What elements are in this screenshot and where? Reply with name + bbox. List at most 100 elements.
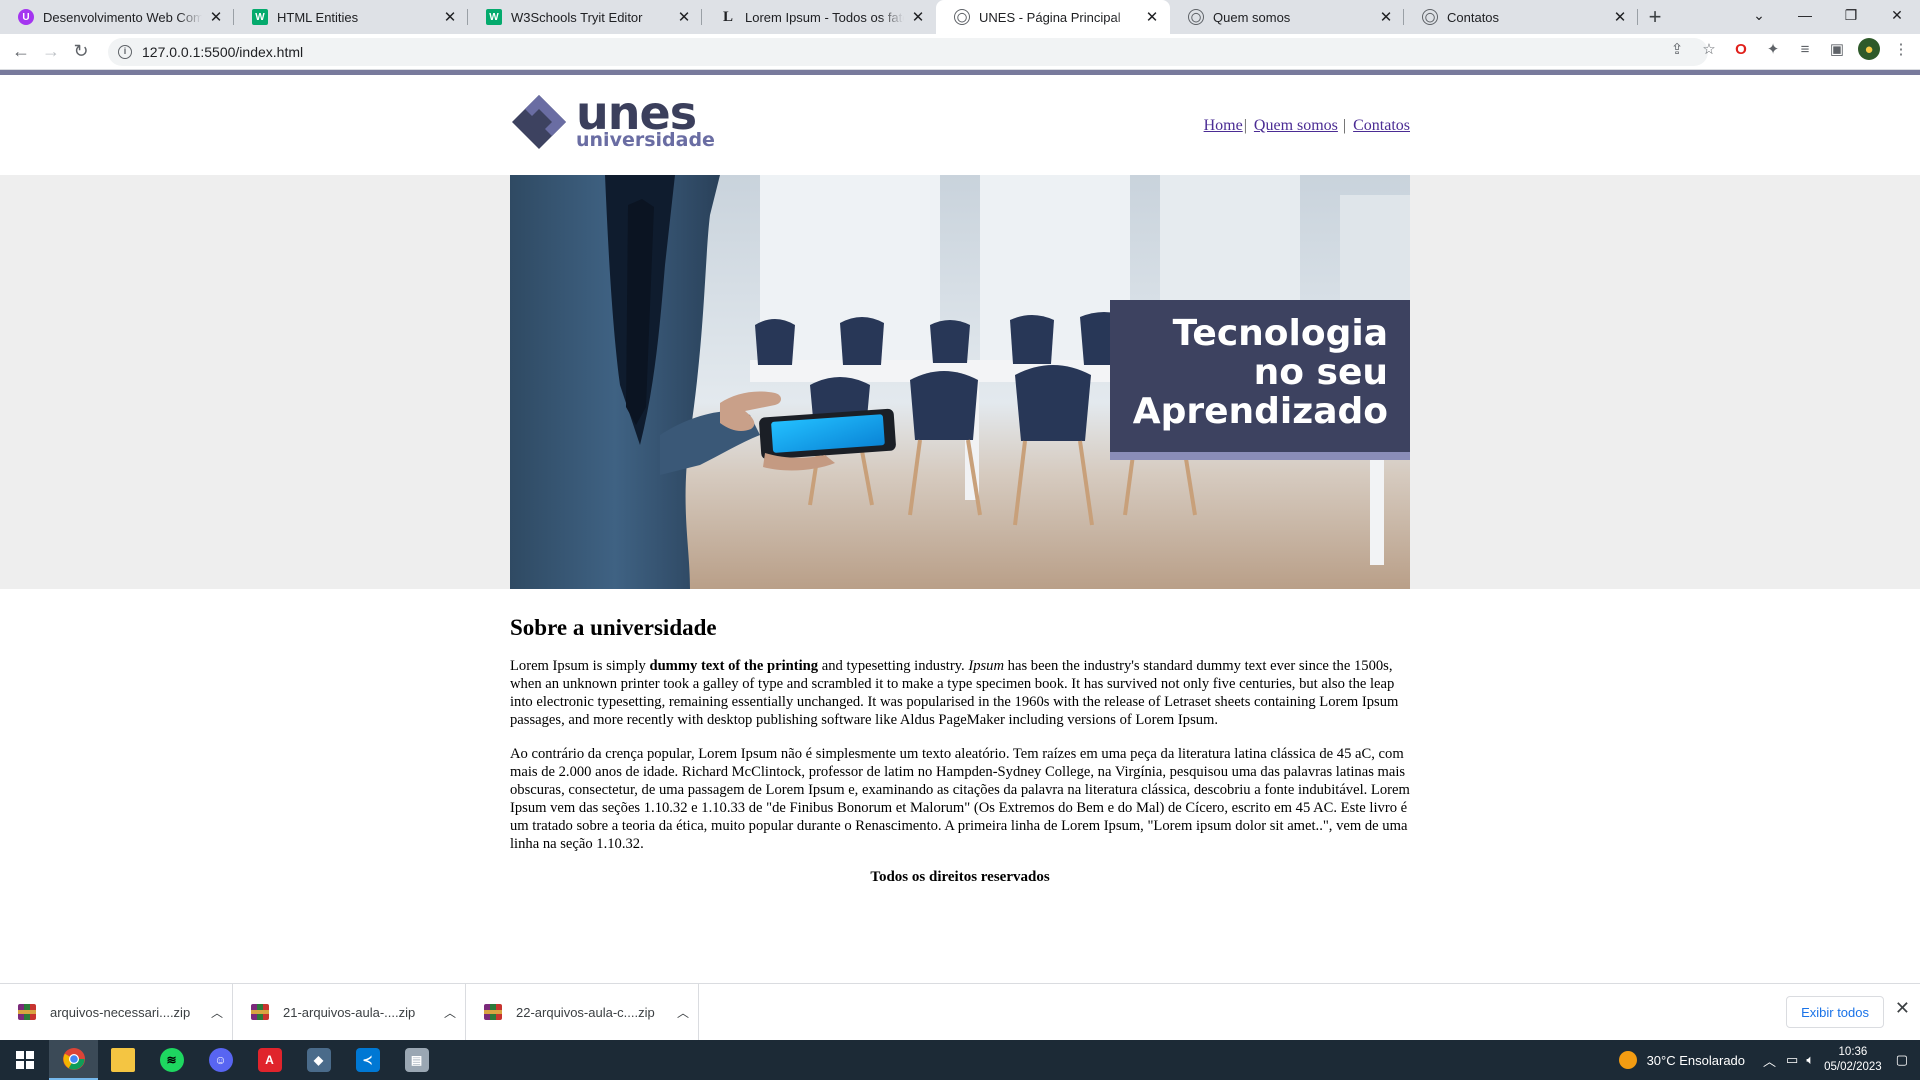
logo-sub-text: universidade (576, 129, 715, 151)
tab-title: Contatos (1447, 9, 1500, 25)
tab-title: Lorem Ipsum - Todos os fatos - Lipsum (745, 9, 904, 25)
w3schools-favicon-icon: W (486, 9, 502, 25)
menu-separator: | (1243, 117, 1247, 134)
unes-logo[interactable]: unes universidade (510, 90, 715, 151)
chevron-up-icon[interactable]: ︿ (202, 1004, 232, 1021)
tab-title: UNES - Página Principal (979, 9, 1121, 25)
address-bar[interactable]: i 127.0.0.1:5500/index.html (108, 38, 1708, 66)
bookmark-star-icon[interactable]: ☆ (1698, 38, 1720, 60)
weather-sun-icon[interactable] (1618, 1051, 1637, 1069)
tab-search-icon[interactable]: ⌄ (1736, 0, 1782, 30)
weather-text[interactable]: 30°C Ensolarado (1647, 1053, 1745, 1068)
taskbar-adobe[interactable]: A (245, 1040, 294, 1080)
tab-title: W3Schools Tryit Editor (511, 9, 643, 25)
download-item[interactable]: 22-arquivos-aula-c....zip ︿ (466, 983, 699, 1041)
download-item[interactable]: arquivos-necessari....zip ︿ (0, 983, 233, 1041)
main-menu: Home| Quem somos | Contatos (1204, 117, 1410, 135)
volume-icon[interactable]: 🔈︎ (1806, 1052, 1814, 1068)
section-title: Sobre a universidade (510, 615, 717, 640)
taskbar-app[interactable]: ◆ (294, 1040, 343, 1080)
notifications-icon[interactable]: ▢ (1896, 1052, 1908, 1068)
page-footer: Todos os direitos reservados (870, 869, 1050, 885)
minimize-button[interactable]: — (1782, 0, 1828, 30)
close-tab-icon[interactable]: ✕ (442, 8, 458, 26)
app-icon: ▤ (404, 1048, 429, 1072)
globe-icon: ◯ (954, 9, 970, 25)
back-button[interactable]: ← (6, 37, 36, 67)
close-tab-icon[interactable]: ✕ (208, 8, 224, 26)
url-text[interactable]: 127.0.0.1:5500/index.html (142, 44, 303, 60)
menu-link-home[interactable]: Home (1204, 117, 1243, 134)
tab-title: HTML Entities (277, 9, 359, 25)
opera-extension-icon[interactable]: O (1730, 38, 1752, 60)
lipsum-favicon-icon: L (722, 8, 733, 25)
taskbar-chrome[interactable] (49, 1040, 98, 1080)
close-tab-icon[interactable]: ✕ (1612, 8, 1628, 26)
p1-italic: Ipsum (968, 658, 1005, 674)
close-tab-icon[interactable]: ✕ (1378, 8, 1394, 26)
close-tab-icon[interactable]: ✕ (676, 8, 692, 26)
folder-icon (110, 1048, 135, 1072)
taskbar-spotify[interactable]: ≋ (147, 1040, 196, 1080)
chevron-up-icon[interactable]: ︿ (668, 1004, 698, 1021)
forward-button[interactable]: → (36, 37, 66, 67)
chevron-up-icon[interactable]: ︿ (435, 1004, 465, 1021)
tab-3[interactable]: L Lorem Ipsum - Todos os fatos - Lipsum … (702, 0, 936, 34)
profile-avatar-icon[interactable]: ● (1858, 38, 1880, 60)
globe-icon: ◯ (1188, 9, 1204, 25)
show-all-downloads-button[interactable]: Exibir todos (1786, 996, 1884, 1028)
clock-time: 10:36 (1838, 1046, 1868, 1058)
taskbar-vscode[interactable]: ≺ (343, 1040, 392, 1080)
extensions-puzzle-icon[interactable]: ✦ (1762, 38, 1784, 60)
side-panel-icon[interactable]: ▣ (1826, 38, 1848, 60)
tray-chevron-up-icon[interactable]: ︿ (1763, 1051, 1776, 1070)
main-content: Sobre a universidade Lorem Ipsum is simp… (510, 615, 1410, 886)
vscode-icon: ≺ (355, 1048, 380, 1072)
udemy-favicon-icon: U (18, 9, 34, 25)
winrar-archive-icon (251, 1004, 269, 1020)
clock[interactable]: 10:36 05/02/2023 (1824, 1045, 1882, 1075)
close-tab-icon[interactable]: ✕ (1144, 8, 1160, 26)
chrome-menu-icon[interactable]: ⋮ (1890, 38, 1912, 60)
discord-icon: ☺ (208, 1048, 233, 1072)
download-filename: 21-arquivos-aula-....zip (283, 1004, 416, 1020)
menu-link-contact[interactable]: Contatos (1353, 117, 1410, 134)
reload-button[interactable]: ↻ (66, 37, 96, 67)
menu-link-about[interactable]: Quem somos (1254, 117, 1338, 134)
window-controls: ⌄ — ❐ ✕ (1736, 0, 1920, 34)
app-icon: ◆ (306, 1048, 331, 1072)
media-control-icon[interactable]: ≡ (1794, 38, 1816, 60)
tab-5[interactable]: ◯ Quem somos ✕ (1170, 0, 1404, 34)
windows-taskbar: ≋ ☺ A ◆ ≺ ▤ 30°C Ensolarado ︿ ▭ 🔈︎ 10:36… (0, 1040, 1920, 1080)
tab-1[interactable]: W HTML Entities ✕ (234, 0, 468, 34)
windows-logo-icon (15, 1051, 34, 1069)
paragraph-2: Ao contrário da crença popular, Lorem Ip… (510, 746, 1410, 852)
p1-text-b: and typesetting industry. (818, 658, 969, 674)
new-tab-button[interactable]: + (1638, 0, 1672, 34)
site-info-icon[interactable]: i (118, 45, 132, 59)
taskbar-app-2[interactable]: ▤ (392, 1040, 441, 1080)
tab-0[interactable]: U Desenvolvimento Web Completo ✕ (0, 0, 234, 34)
taskbar-discord[interactable]: ☺ (196, 1040, 245, 1080)
close-downloads-icon[interactable]: ✕ (1895, 998, 1910, 1019)
tab-4-active[interactable]: ◯ UNES - Página Principal ✕ (936, 0, 1170, 34)
chrome-icon (62, 1048, 85, 1070)
close-tab-icon[interactable]: ✕ (910, 8, 926, 26)
share-icon[interactable]: ⇪ (1666, 38, 1688, 60)
system-tray: 30°C Ensolarado ︿ ▭ 🔈︎ 10:36 05/02/2023 … (1618, 1040, 1920, 1080)
globe-icon: ◯ (1422, 9, 1438, 25)
download-item[interactable]: 21-arquivos-aula-....zip ︿ (233, 983, 466, 1041)
restore-button[interactable]: ❐ (1828, 0, 1874, 30)
paragraph-1: Lorem Ipsum is simply dummy text of the … (510, 657, 1410, 729)
close-window-button[interactable]: ✕ (1874, 0, 1920, 30)
spotify-icon: ≋ (159, 1048, 184, 1072)
tab-6[interactable]: ◯ Contatos ✕ (1404, 0, 1638, 34)
tab-2[interactable]: W W3Schools Tryit Editor ✕ (468, 0, 702, 34)
winrar-archive-icon (484, 1004, 502, 1020)
network-icon[interactable]: ▭ (1786, 1052, 1798, 1068)
banner-line: Tecnologia (1172, 313, 1388, 354)
download-filename: arquivos-necessari....zip (50, 1004, 191, 1020)
start-button[interactable] (0, 1040, 49, 1080)
taskbar-file-explorer[interactable] (98, 1040, 147, 1080)
browser-toolbar: ← → ↻ i 127.0.0.1:5500/index.html ⇪ ☆ O … (0, 34, 1920, 70)
